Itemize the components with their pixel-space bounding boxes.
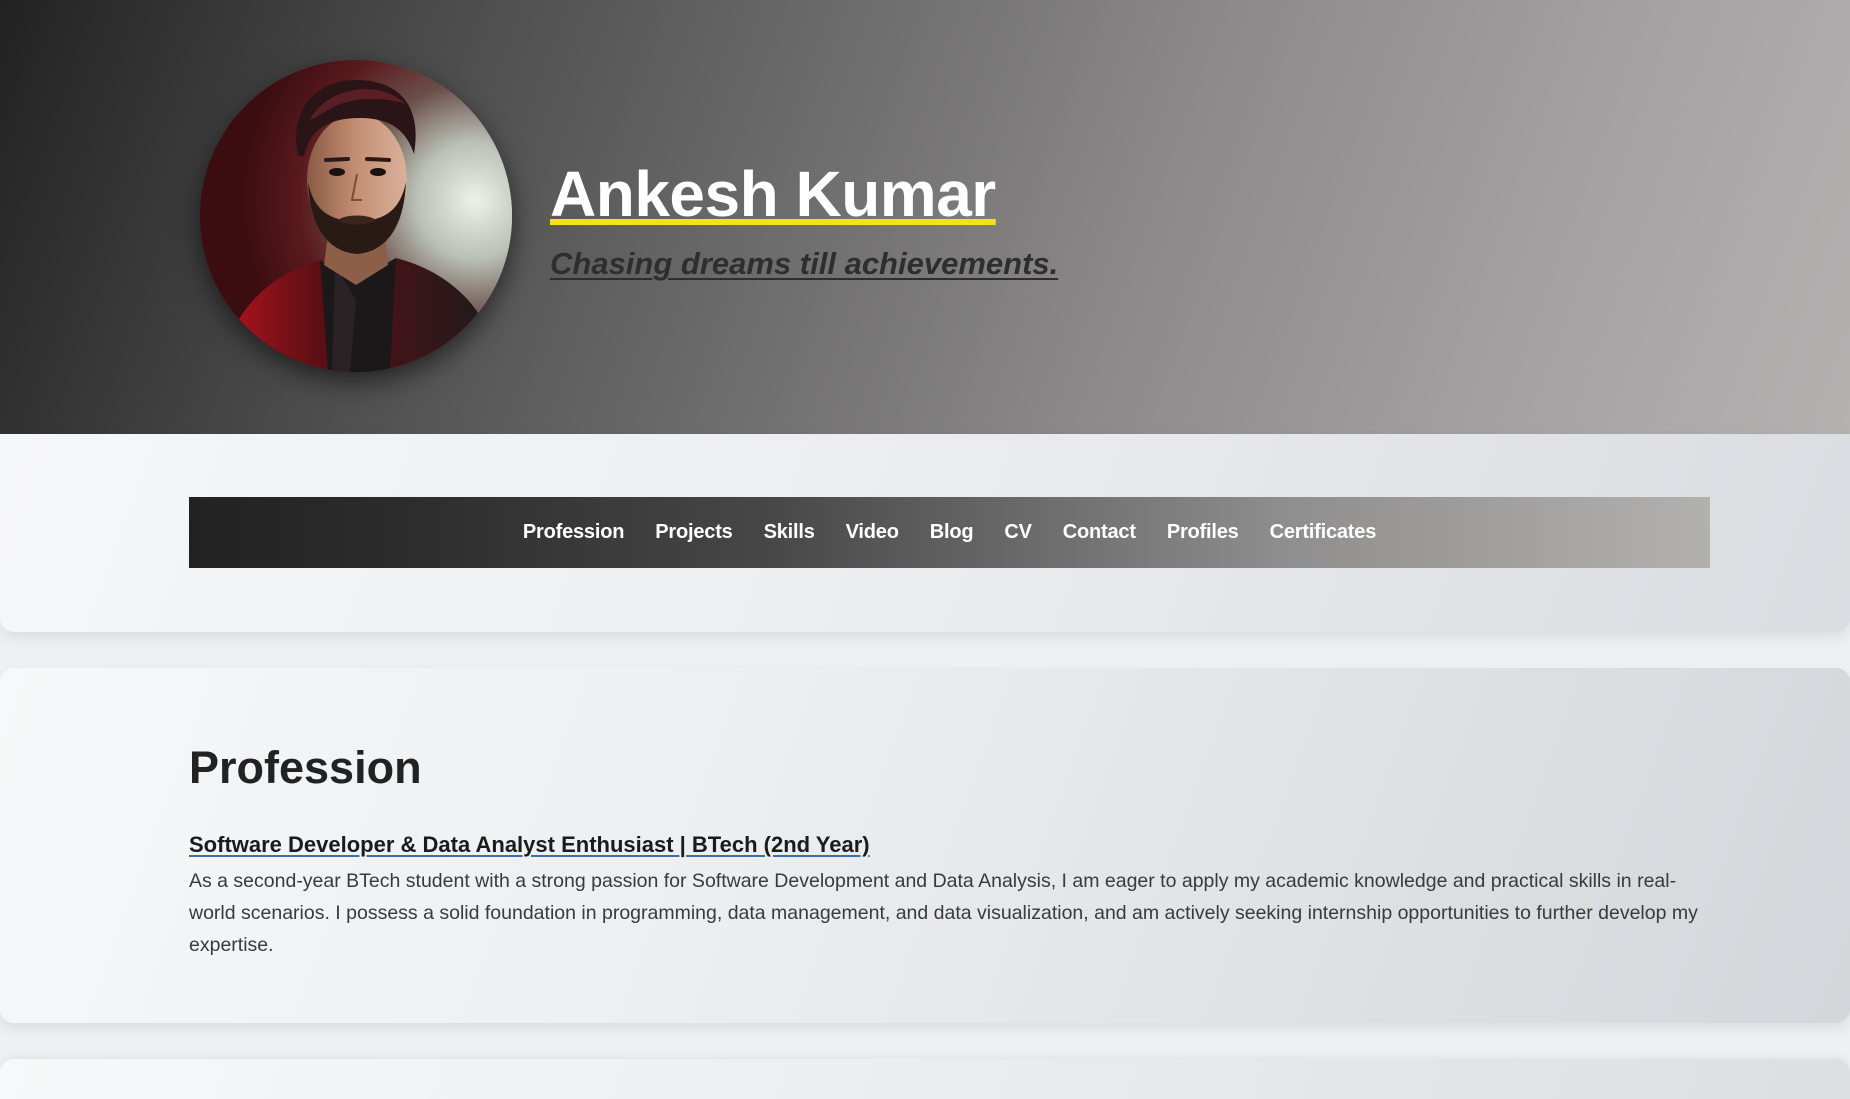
nav-link-contact[interactable]: Contact — [1063, 521, 1136, 544]
nav-link-certificates[interactable]: Certificates — [1270, 521, 1377, 544]
nav-link-blog[interactable]: Blog — [930, 521, 974, 544]
profile-portrait-illustration — [200, 60, 512, 372]
hero-header: Ankesh Kumar Chasing dreams till achieve… — [0, 0, 1850, 434]
profession-description: As a second-year BTech student with a st… — [189, 870, 1698, 956]
nav-link-profiles[interactable]: Profiles — [1167, 521, 1239, 544]
nav-link-video[interactable]: Video — [846, 521, 899, 544]
profile-name: Ankesh Kumar — [550, 158, 996, 230]
nav-link-skills[interactable]: Skills — [764, 521, 815, 544]
profile-tagline: Chasing dreams till achievements. — [550, 246, 1059, 281]
navigation-section: Profession Projects Skills Video Blog CV… — [0, 434, 1850, 632]
profession-heading: Profession — [189, 742, 422, 793]
next-section-card — [0, 1059, 1850, 1099]
nav-link-cv[interactable]: CV — [1004, 521, 1032, 544]
main-navbar: Profession Projects Skills Video Blog CV… — [189, 497, 1710, 568]
profession-title-link[interactable]: Software Developer & Data Analyst Enthus… — [189, 831, 870, 859]
profile-photo — [200, 60, 512, 372]
nav-link-profession[interactable]: Profession — [523, 521, 625, 544]
profession-section: Profession Software Developer & Data Ana… — [0, 668, 1850, 1023]
nav-link-projects[interactable]: Projects — [655, 521, 733, 544]
